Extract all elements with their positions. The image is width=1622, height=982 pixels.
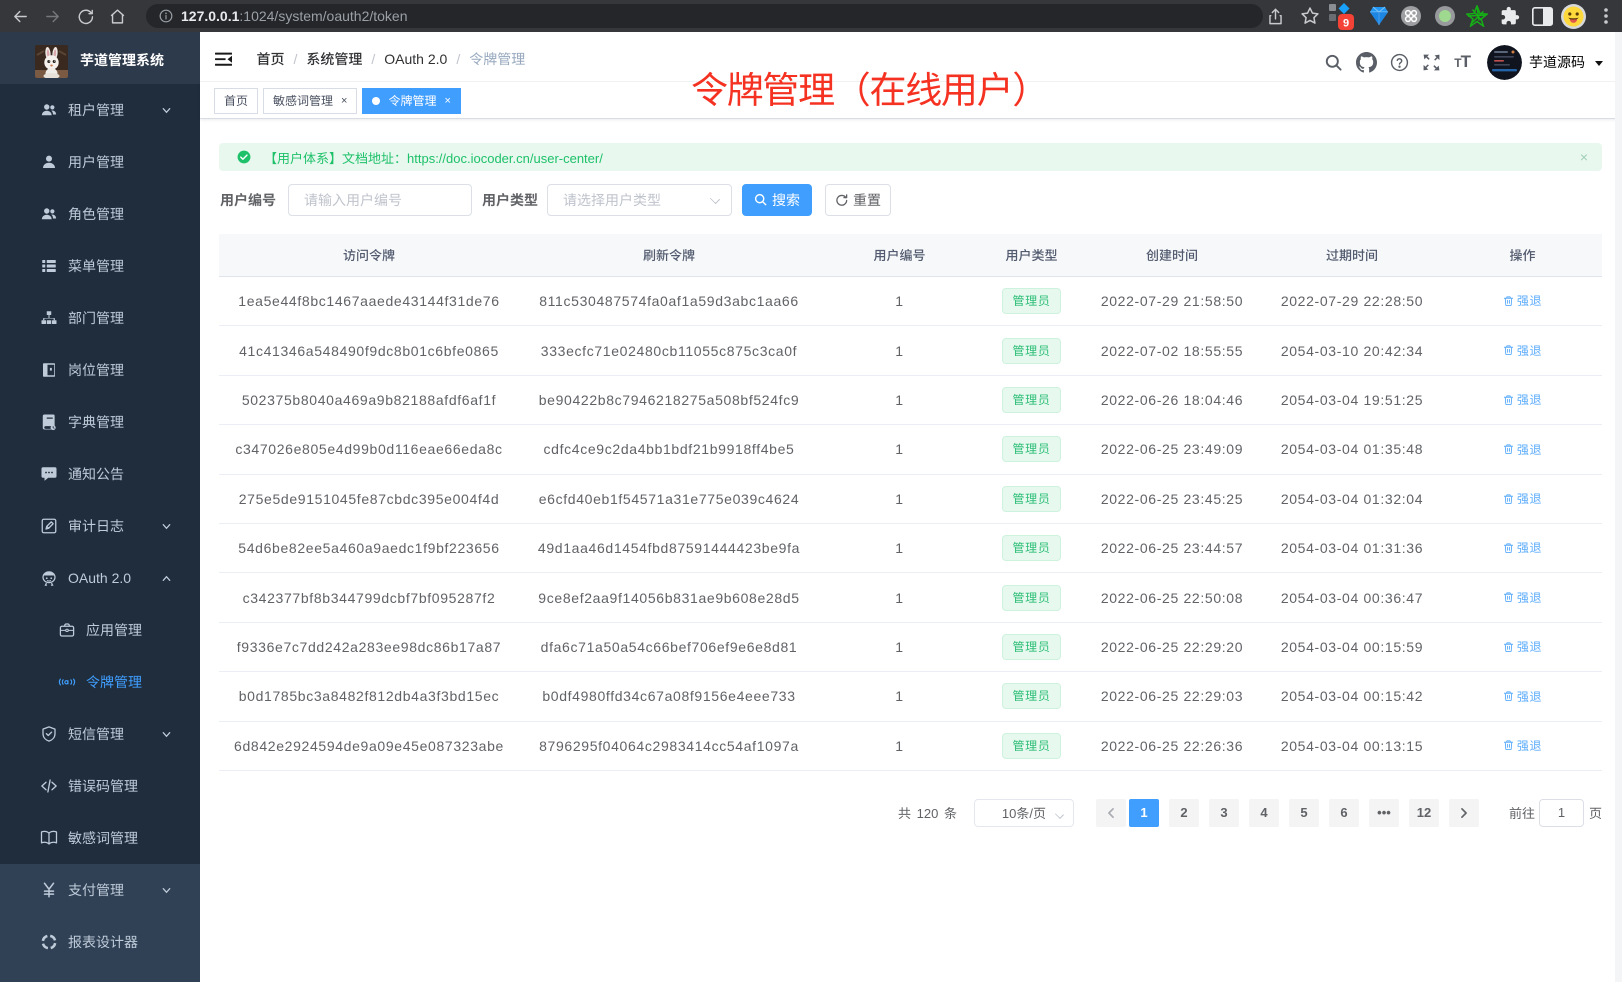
- svg-text:9: 9: [1343, 18, 1349, 30]
